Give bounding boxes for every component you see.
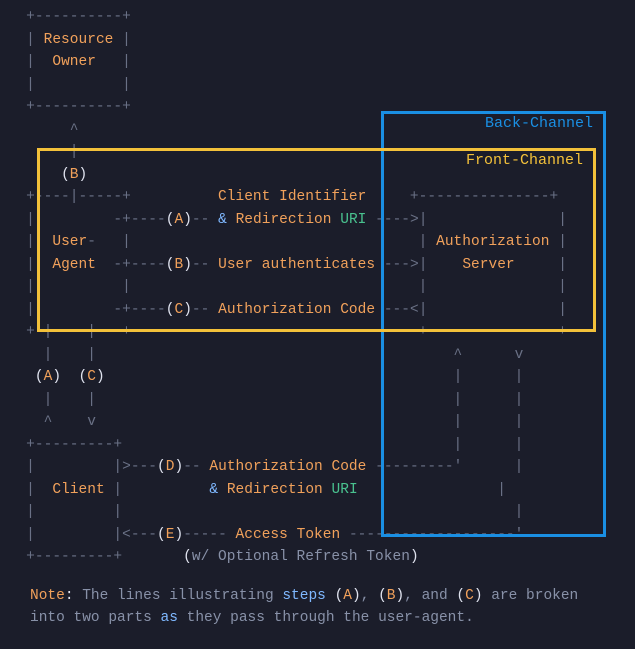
server-label: Server bbox=[462, 257, 514, 273]
arrow-up: ^ bbox=[0, 122, 79, 138]
user-label: User bbox=[52, 234, 87, 250]
note-prefix: Note bbox=[30, 588, 65, 604]
ascii-diagram: +----------+ | Resource | | Owner | | | … bbox=[0, 0, 635, 569]
step-b: B bbox=[174, 257, 183, 273]
agent-label: Agent bbox=[52, 257, 96, 273]
resource-label: Resource bbox=[44, 32, 114, 48]
uri-keyword: URI bbox=[340, 212, 366, 228]
owner-label: Owner bbox=[52, 54, 96, 70]
box-line: +----------+ bbox=[0, 9, 131, 25]
figure-caption: Figure 3: Authorization Code Flow bbox=[0, 646, 635, 649]
authorization-label: Authorization bbox=[436, 234, 549, 250]
box-line: | bbox=[0, 32, 44, 48]
step-c: C bbox=[174, 302, 183, 318]
step-a: A bbox=[174, 212, 183, 228]
client-label: Client bbox=[52, 482, 104, 498]
step-b-label: B bbox=[70, 167, 79, 183]
diagram-viewport: +----------+ | Resource | | Owner | | | … bbox=[0, 0, 635, 649]
diagram-note: Note: The lines illustrating steps (A), … bbox=[0, 585, 635, 630]
client-identifier-label: Client Identifier bbox=[218, 189, 366, 205]
